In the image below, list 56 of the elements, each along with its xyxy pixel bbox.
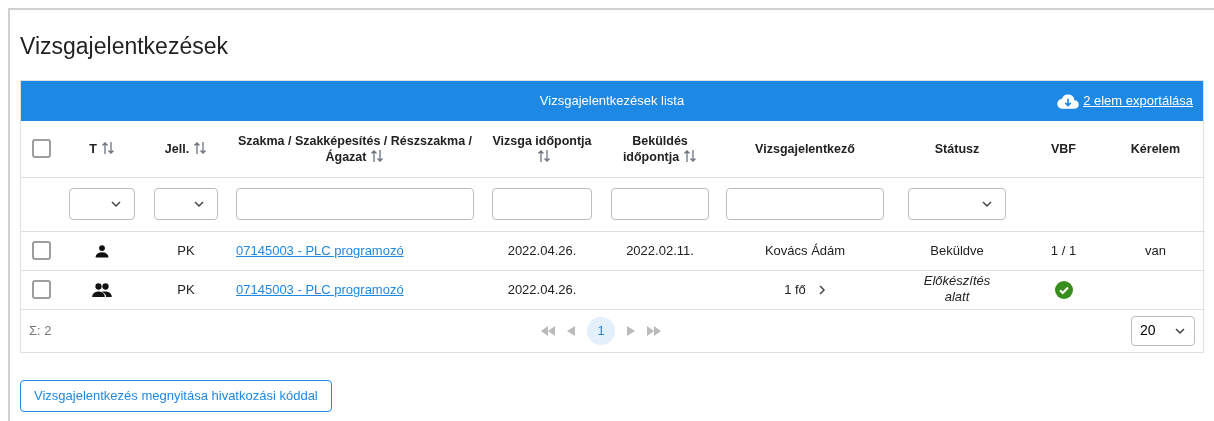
people-icon <box>92 282 112 297</box>
sort-icon[interactable] <box>193 140 208 155</box>
chevron-down-icon <box>1174 326 1186 335</box>
sort-icon[interactable] <box>537 148 551 163</box>
table-cell: PK <box>177 242 195 258</box>
chevron-down-icon <box>193 200 205 208</box>
page-size-select[interactable]: 20 <box>1131 315 1195 346</box>
column-header[interactable]: T <box>65 140 139 157</box>
chevron-right-icon <box>817 283 826 296</box>
qualification-link[interactable]: 07145003 - PLC programozó <box>236 281 404 297</box>
chevron-down-icon <box>981 200 993 208</box>
column-header: Vizsgajelentkező <box>754 140 856 157</box>
checkbox[interactable] <box>31 139 51 159</box>
filter-input[interactable] <box>236 188 474 220</box>
filter-input[interactable] <box>492 188 592 220</box>
filter-select[interactable] <box>154 188 218 220</box>
column-header[interactable]: Vizsga időpontja <box>485 132 599 165</box>
qualification-link[interactable]: 07145003 - PLC programozó <box>236 242 404 258</box>
status-text: Előkészítés alatt <box>922 272 992 305</box>
column-header: VBF <box>1050 140 1077 157</box>
table-cell: Kovács Ádám <box>764 242 846 258</box>
column-header[interactable]: Jell. <box>147 140 225 157</box>
open-by-code-button[interactable]: Vizsgajelentkezés megnyitása hivatkozási kóddal <box>20 379 332 412</box>
table-title: Vizsgajelentkezések lista <box>539 92 685 111</box>
checkbox[interactable] <box>31 241 51 260</box>
table-cell: 2022.04.26. <box>507 281 577 297</box>
filter-input[interactable] <box>726 188 884 220</box>
page-title: Vizsgajelentkezések <box>20 32 229 60</box>
filter-select[interactable] <box>69 188 135 220</box>
first-page-icon[interactable] <box>541 325 555 336</box>
export-link[interactable]: 2 elem exportálása <box>1057 91 1193 111</box>
table-cell: PK <box>177 281 195 297</box>
check-circle-icon <box>1054 280 1073 299</box>
last-page-icon[interactable] <box>647 325 661 336</box>
status-text: Beküldve <box>930 242 984 259</box>
sort-icon[interactable] <box>683 148 698 163</box>
sort-icon[interactable] <box>370 148 385 163</box>
expand-applicants-button[interactable]: 1 fő <box>784 279 826 300</box>
column-header[interactable]: Szakma / Szakképesítés / Részszakma / Ágazat <box>233 132 477 165</box>
table-cell: van <box>1145 242 1166 258</box>
column-header: Státusz <box>933 140 981 157</box>
sort-icon[interactable] <box>100 140 115 155</box>
filter-input[interactable] <box>611 188 709 220</box>
filter-select[interactable] <box>908 188 1006 220</box>
total-count: Σ: 2 <box>29 321 52 340</box>
next-page-icon[interactable] <box>627 325 635 336</box>
chevron-down-icon <box>110 200 122 208</box>
table-cell: 2022.04.26. <box>507 242 577 258</box>
previous-page-icon[interactable] <box>567 325 575 336</box>
table-cell: 1 / 1 <box>1050 242 1077 258</box>
column-header: Kérelem <box>1129 140 1182 157</box>
cloud-download-icon <box>1057 93 1080 109</box>
person-icon <box>95 243 109 258</box>
column-header[interactable]: Beküldés időpontja <box>607 132 713 165</box>
table-cell: 2022.02.11. <box>626 242 694 258</box>
checkbox[interactable] <box>31 280 51 299</box>
